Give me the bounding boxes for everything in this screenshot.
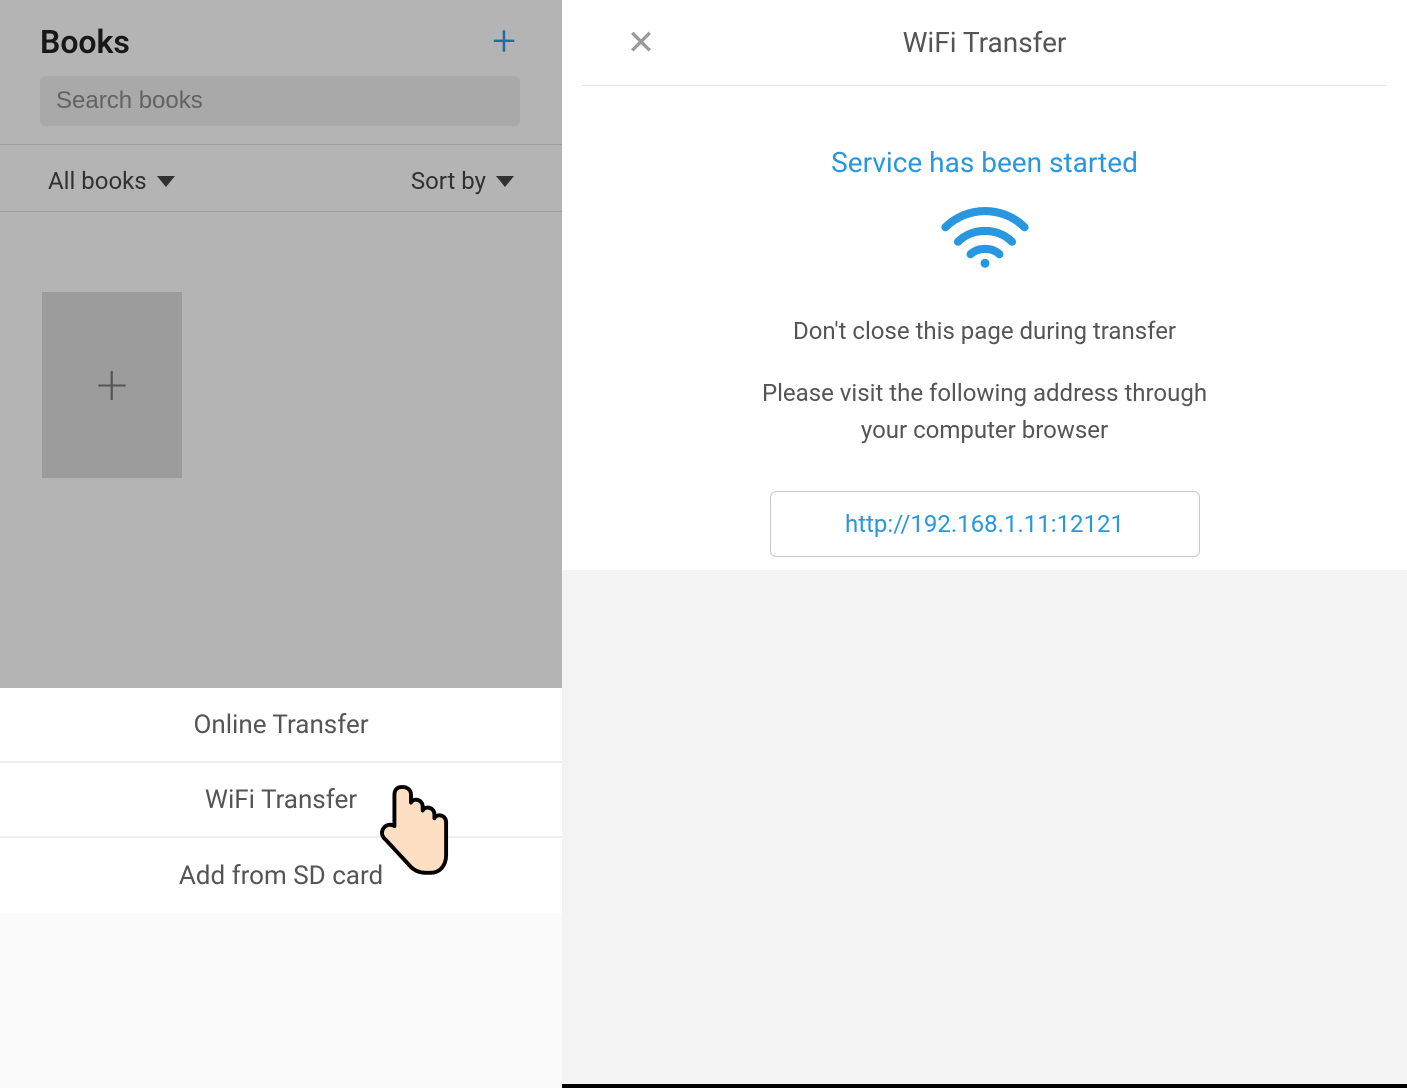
wifi-header: ✕ WiFi Transfer bbox=[582, 0, 1387, 86]
add-book-tile[interactable]: + bbox=[42, 292, 182, 478]
hint-dont-close: Don't close this page during transfer bbox=[562, 317, 1407, 345]
filter-row: All books Sort by bbox=[0, 145, 562, 212]
wifi-icon bbox=[940, 207, 1030, 271]
filter-label: All books bbox=[48, 167, 147, 195]
sheet-item-add-from-sd[interactable]: Add from SD card bbox=[0, 838, 562, 913]
action-sheet: Online Transfer WiFi Transfer Add from S… bbox=[0, 688, 562, 913]
sort-dropdown[interactable]: Sort by bbox=[411, 167, 514, 195]
wifi-transfer-screen: ✕ WiFi Transfer Service has been started… bbox=[562, 0, 1407, 1088]
wifi-body: Service has been started Don't close thi… bbox=[562, 86, 1407, 557]
books-header: Books + bbox=[0, 0, 562, 145]
add-book-button[interactable]: + bbox=[486, 21, 522, 63]
caret-down-icon bbox=[157, 176, 175, 187]
plus-icon: + bbox=[492, 17, 516, 66]
title-row: Books + bbox=[40, 14, 522, 70]
books-main: Books + All books Sort by bbox=[0, 0, 562, 1088]
transfer-list-area bbox=[562, 570, 1407, 1084]
filter-dropdown[interactable]: All books bbox=[48, 167, 175, 195]
sheet-item-wifi-transfer[interactable]: WiFi Transfer bbox=[0, 763, 562, 838]
sheet-item-online-transfer[interactable]: Online Transfer bbox=[0, 688, 562, 763]
server-url: http://192.168.1.11:12121 bbox=[845, 510, 1124, 538]
close-button[interactable]: ✕ bbox=[614, 23, 668, 63]
screen-title: WiFi Transfer bbox=[604, 26, 1365, 59]
bottom-bar bbox=[562, 1084, 1407, 1088]
service-status: Service has been started bbox=[562, 146, 1407, 179]
sheet-item-label: Online Transfer bbox=[193, 710, 368, 740]
book-grid: + bbox=[0, 212, 562, 478]
hint-visit-address: Please visit the following address throu… bbox=[745, 375, 1225, 449]
server-url-box[interactable]: http://192.168.1.11:12121 bbox=[770, 491, 1200, 557]
search-input[interactable] bbox=[40, 76, 520, 126]
close-icon: ✕ bbox=[627, 23, 656, 63]
sheet-item-label: Add from SD card bbox=[179, 861, 383, 891]
sort-label: Sort by bbox=[411, 167, 486, 195]
books-screen: Books + All books Sort by bbox=[0, 0, 562, 1088]
plus-icon: + bbox=[96, 352, 128, 418]
sheet-item-label: WiFi Transfer bbox=[205, 785, 357, 815]
caret-down-icon bbox=[496, 176, 514, 187]
page-title: Books bbox=[40, 23, 130, 61]
search-wrap bbox=[40, 76, 522, 126]
app-container: Books + All books Sort by bbox=[0, 0, 1407, 1088]
